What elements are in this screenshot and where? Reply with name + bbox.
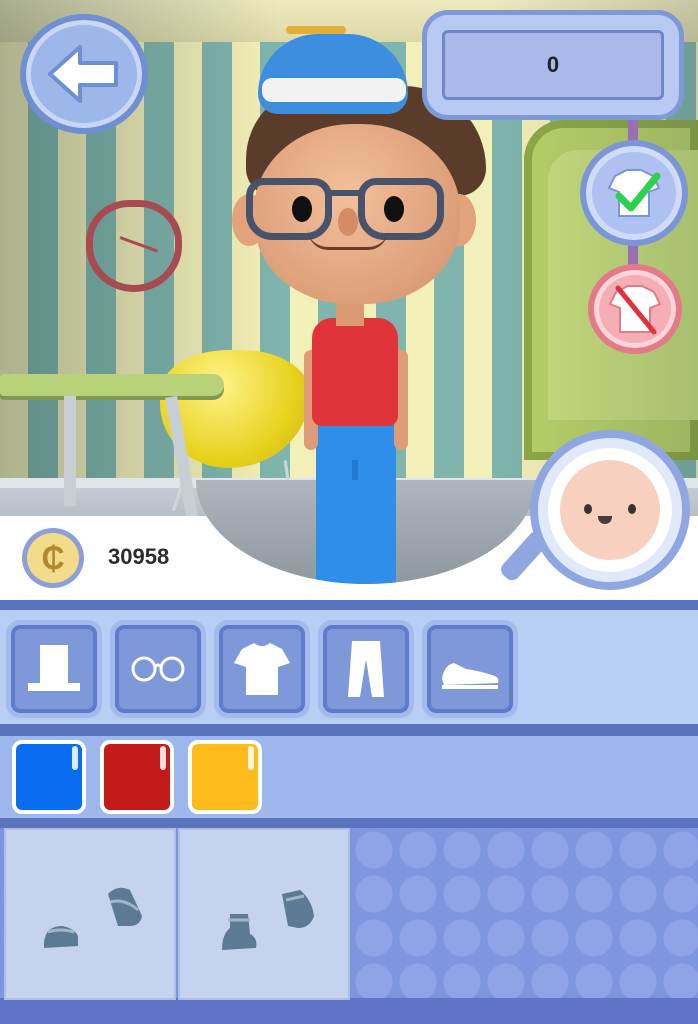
items-footer xyxy=(0,998,698,1024)
divider xyxy=(0,818,698,828)
avatar-shirt xyxy=(312,318,398,426)
face-eye-left xyxy=(584,504,592,514)
back-button[interactable] xyxy=(20,14,148,134)
category-glasses-button[interactable] xyxy=(110,620,206,718)
top-hat-icon xyxy=(28,645,80,691)
game-screen: 0 ₵ 30958 xyxy=(0,0,698,1024)
panel-connector xyxy=(628,120,638,142)
panel-connector xyxy=(628,244,638,266)
item-shoe-style-1[interactable] xyxy=(4,828,176,1000)
avatar-cap xyxy=(258,34,408,114)
score-panel: 0 xyxy=(422,10,684,120)
pants-icon xyxy=(348,641,384,697)
cap-propeller xyxy=(286,26,346,34)
boots-icon xyxy=(222,890,314,950)
face-eye-right xyxy=(628,504,636,514)
category-shoes-button[interactable] xyxy=(422,620,518,718)
avatar-legs-visible xyxy=(316,480,396,584)
glasses-icon xyxy=(131,656,185,682)
divider xyxy=(0,724,698,736)
avatar-eye-right xyxy=(384,196,404,222)
category-shirt-button[interactable] xyxy=(214,620,310,718)
score-display: 0 xyxy=(442,30,664,100)
swatch-glint xyxy=(72,746,78,770)
sneaker-icon xyxy=(442,663,499,689)
category-hat-button[interactable] xyxy=(6,620,102,718)
swatch-glint xyxy=(248,746,254,770)
cap-band xyxy=(262,78,406,102)
strap-shoes-icon xyxy=(44,887,142,948)
item-shoe-style-2[interactable] xyxy=(178,828,350,1000)
magnifier-face-icon xyxy=(560,460,660,560)
remove-outfit-button[interactable] xyxy=(588,264,682,354)
confirm-outfit-button[interactable] xyxy=(580,140,688,246)
avatar-glasses-bridge xyxy=(330,190,360,196)
shirt-checkmark-icon xyxy=(607,169,661,217)
t-shirt-icon xyxy=(234,643,290,695)
swatch-glint xyxy=(160,746,166,770)
left-arrow-icon xyxy=(48,45,118,103)
avatar-mouth xyxy=(308,230,388,250)
coin-balance: 30958 xyxy=(108,544,170,569)
shirt-crossed-out-icon xyxy=(608,285,662,335)
coin-icon: ₵ xyxy=(22,528,84,588)
category-pants-button[interactable] xyxy=(318,620,414,718)
avatar-eye-left xyxy=(292,196,312,222)
